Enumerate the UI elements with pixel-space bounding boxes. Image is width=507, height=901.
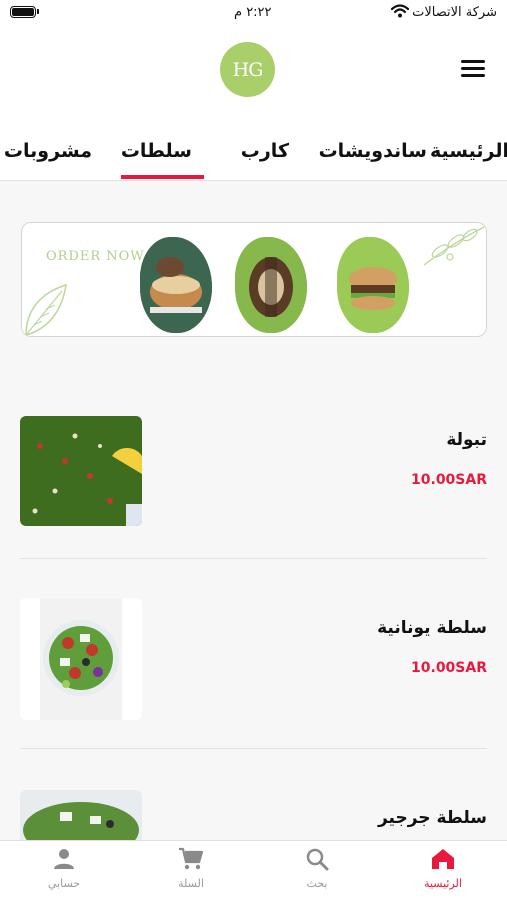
- tab-home[interactable]: الرئيسية: [430, 140, 507, 162]
- cart-icon: [179, 847, 204, 870]
- product-name: سلطة جرجير: [377, 808, 487, 828]
- banner-food-image-2: [235, 237, 307, 333]
- battery-icon: [10, 6, 36, 18]
- nav-search[interactable]: بحث: [282, 847, 352, 890]
- product-item[interactable]: سلطة يونانية 10.00SAR: [20, 598, 487, 720]
- tab-carb[interactable]: كارب: [241, 140, 289, 162]
- person-icon: [54, 849, 74, 869]
- product-name: سلطة يونانية: [377, 618, 487, 638]
- nav-cart-label: السلة: [178, 877, 204, 890]
- status-bar: ٢:٢٢ م شركة الاتصالات: [0, 0, 507, 28]
- item-divider: [20, 558, 487, 559]
- category-tabs: الرئيسية ساندويشات كارب سلطات مشروبات: [0, 120, 507, 181]
- tab-drinks[interactable]: مشروبات: [4, 140, 92, 162]
- battery-tip: [37, 9, 39, 14]
- banner-food-image-3: [337, 237, 409, 333]
- nav-home[interactable]: الرئيسية: [408, 847, 478, 890]
- search-icon: [306, 848, 329, 871]
- leaf-decoration-right: [423, 226, 485, 266]
- product-item[interactable]: تبولة 10.00SAR: [20, 416, 487, 526]
- tab-sandwiches[interactable]: ساندويشات: [319, 140, 427, 162]
- banner-order-now-text: ORDER NOW: [46, 249, 145, 264]
- status-carrier: شركة الاتصالات: [412, 5, 497, 20]
- product-price: 10.00SAR: [411, 660, 487, 676]
- nav-account-label: حسابي: [47, 877, 81, 890]
- product-image-arugula-salad: [20, 790, 142, 840]
- hamburger-menu-icon[interactable]: [461, 60, 485, 80]
- nav-search-label: بحث: [306, 877, 328, 890]
- product-image-greek-salad: [20, 598, 142, 720]
- wifi-icon: [391, 4, 409, 18]
- home-icon: [432, 849, 454, 869]
- product-item[interactable]: سلطة جرجير: [20, 790, 487, 840]
- nav-account[interactable]: حسابي: [29, 847, 99, 890]
- product-name: تبولة: [446, 430, 487, 450]
- active-tab-indicator: [121, 175, 204, 179]
- product-price: 10.00SAR: [411, 472, 487, 488]
- banner-food-image-1: [140, 237, 212, 333]
- item-divider: [20, 748, 487, 749]
- promo-banner[interactable]: ORDER NOW: [21, 222, 487, 337]
- leaf-decoration-left: [25, 283, 67, 336]
- logo-text: HG: [232, 58, 264, 81]
- bottom-navigation: الرئيسية بحث السلة حسابي: [0, 840, 507, 901]
- app-header: HG: [0, 28, 507, 120]
- product-image-tabbouleh: [20, 416, 142, 526]
- tab-salads[interactable]: سلطات: [121, 140, 192, 162]
- nav-home-label: الرئيسية: [424, 877, 462, 890]
- status-time: ٢:٢٢ م: [234, 5, 272, 20]
- brand-logo[interactable]: HG: [220, 42, 275, 97]
- nav-cart[interactable]: السلة: [156, 847, 226, 890]
